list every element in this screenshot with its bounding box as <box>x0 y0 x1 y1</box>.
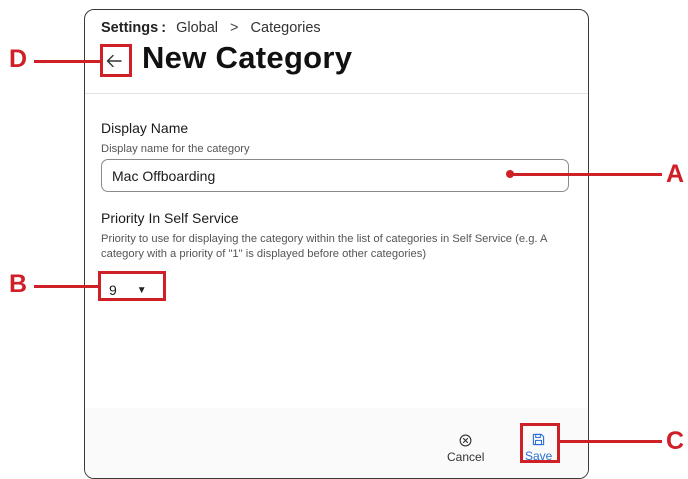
close-circle-icon <box>459 434 472 447</box>
annotation-c-letter: C <box>666 427 685 455</box>
footer-bar <box>85 408 588 478</box>
display-name-label: Display Name <box>101 120 189 136</box>
annotation-d-box <box>100 44 132 77</box>
header-divider <box>85 93 588 94</box>
settings-panel: Settings: Global > Categories New Catego… <box>84 9 589 479</box>
annotation-c-box <box>520 423 560 463</box>
annotation-c-line <box>558 440 662 443</box>
cancel-button[interactable]: Cancel <box>447 434 484 464</box>
breadcrumb-colon: : <box>161 20 167 36</box>
display-name-input[interactable] <box>101 159 569 192</box>
breadcrumb-global[interactable]: Global <box>176 20 218 36</box>
breadcrumb: Settings: Global > Categories <box>101 20 321 36</box>
cancel-label: Cancel <box>447 450 485 464</box>
page-title: New Category <box>142 40 353 75</box>
annotation-b-box <box>98 271 166 301</box>
annotation-d-line <box>34 60 102 63</box>
annotation-b-line <box>34 285 100 288</box>
priority-label: Priority In Self Service <box>101 210 239 226</box>
annotation-a-letter: A <box>666 160 685 188</box>
breadcrumb-separator: > <box>230 20 239 36</box>
display-name-help: Display name for the category <box>101 143 250 155</box>
annotation-d-letter: D <box>9 45 28 73</box>
breadcrumb-categories[interactable]: Categories <box>251 20 321 36</box>
priority-help: Priority to use for displaying the categ… <box>101 233 547 260</box>
annotation-a-line <box>510 173 662 176</box>
annotation-b-letter: B <box>9 270 28 298</box>
breadcrumb-root[interactable]: Settings <box>101 20 158 36</box>
